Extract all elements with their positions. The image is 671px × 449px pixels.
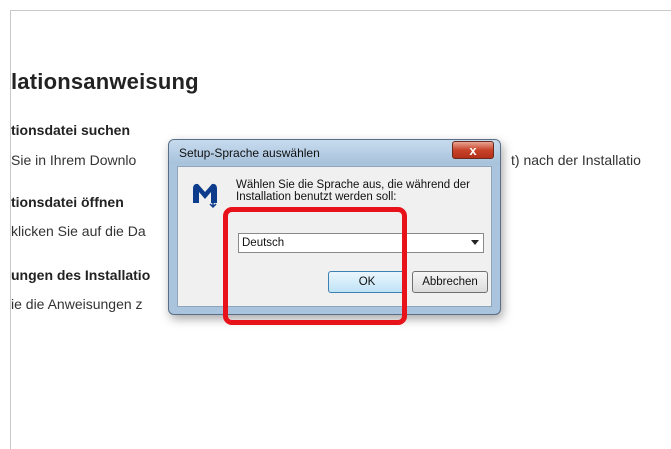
page-title: lationsanweisung (11, 69, 199, 94)
malwarebytes-logo-icon (193, 183, 217, 209)
step-2-text: klicken Sie auf die Da (11, 223, 146, 239)
step-2-title: tionsdatei öffnen (11, 194, 124, 210)
dialog-titlebar[interactable]: Setup-Sprache auswählen x (169, 140, 500, 164)
red-highlight-box (223, 207, 407, 325)
chevron-down-icon[interactable] (471, 240, 479, 245)
dialog-title: Setup-Sprache auswählen (179, 146, 320, 160)
step-1-text-continued: t) nach der Installatio (511, 152, 641, 168)
dialog-message: Wählen Sie die Sprache aus, die während … (236, 179, 470, 203)
step-3-text: ie die Anweisungen z (11, 296, 143, 312)
step-1-title: tionsdatei suchen (11, 122, 131, 138)
close-icon: x (469, 143, 477, 158)
close-button[interactable]: x (452, 141, 494, 159)
step-3-title: ungen des Installatio (11, 267, 151, 283)
cancel-button[interactable]: Abbrechen (412, 271, 488, 293)
step-1-text: Sie in Ihrem Downlo (11, 152, 137, 168)
